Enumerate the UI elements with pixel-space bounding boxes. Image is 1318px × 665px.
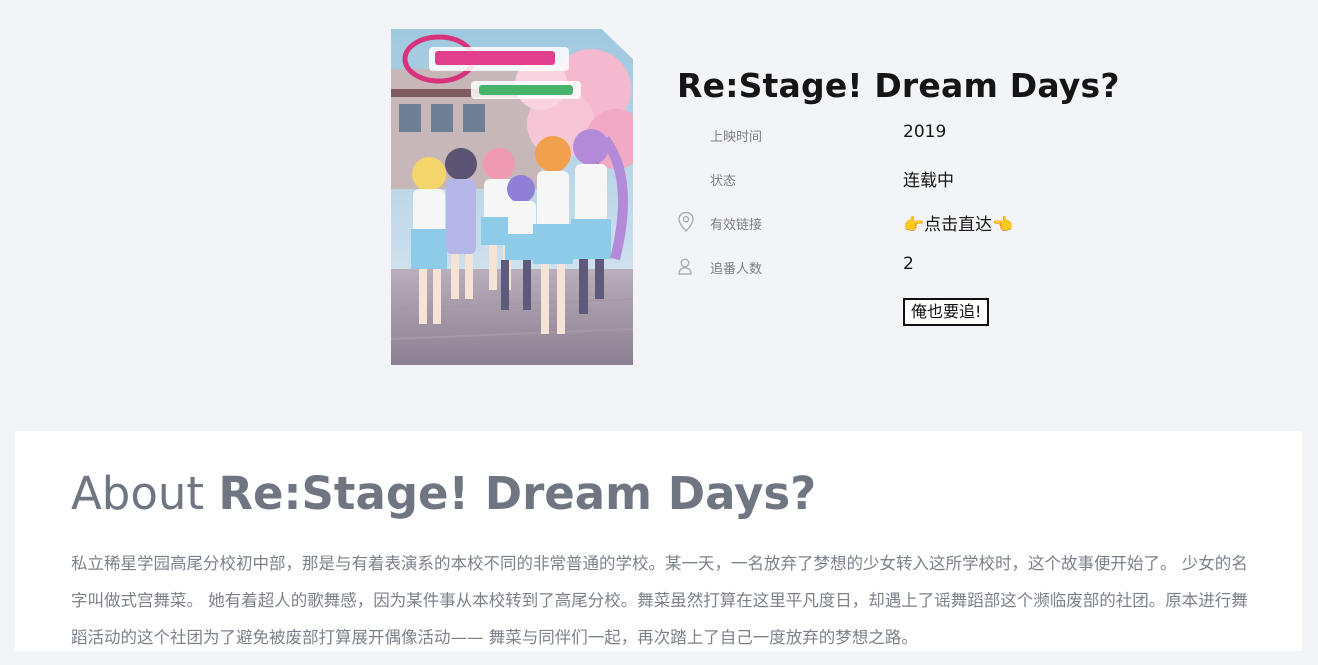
location-pin-icon [677,211,695,233]
info-row-status: 状态 连载中 [677,164,1077,192]
link-label: 有效链接 [710,218,763,233]
info-row-release-year: 上映时间 2019 [677,120,1077,148]
about-heading-prefix: About [71,467,219,520]
about-description: 私立稀星学园高尾分校初中部，那是与有着表演系的本校不同的非常普通的学校。某一天，… [71,554,1248,647]
anime-title: Re:Stage! Dream Days? [677,66,1120,105]
about-section: About Re:Stage! Dream Days? 私立稀星学园高尾分校初中… [15,431,1302,651]
watch-link[interactable]: 👉点击直达👈 [903,210,1013,235]
anime-header: Re:Stage! Dream Days? 上映时间 2019 状态 连载中 有… [0,0,1318,430]
info-row-link: 有效链接 👉点击直达👈 [677,208,1077,236]
about-heading-title: Re:Stage! Dream Days? [218,467,817,520]
followers-label: 追番人数 [710,262,763,277]
anime-poster-image [391,29,633,365]
status-value: 连载中 [903,171,954,191]
about-heading: About Re:Stage! Dream Days? [71,467,816,520]
release-year-value: 2019 [903,122,947,142]
info-row-followers: 追番人数 2 [677,252,1077,280]
release-year-label: 上映时间 [710,130,763,145]
followers-count: 2 [903,254,914,274]
status-label: 状态 [710,174,737,189]
user-icon [677,255,695,277]
follow-button[interactable]: 俺也要追! [903,298,990,326]
